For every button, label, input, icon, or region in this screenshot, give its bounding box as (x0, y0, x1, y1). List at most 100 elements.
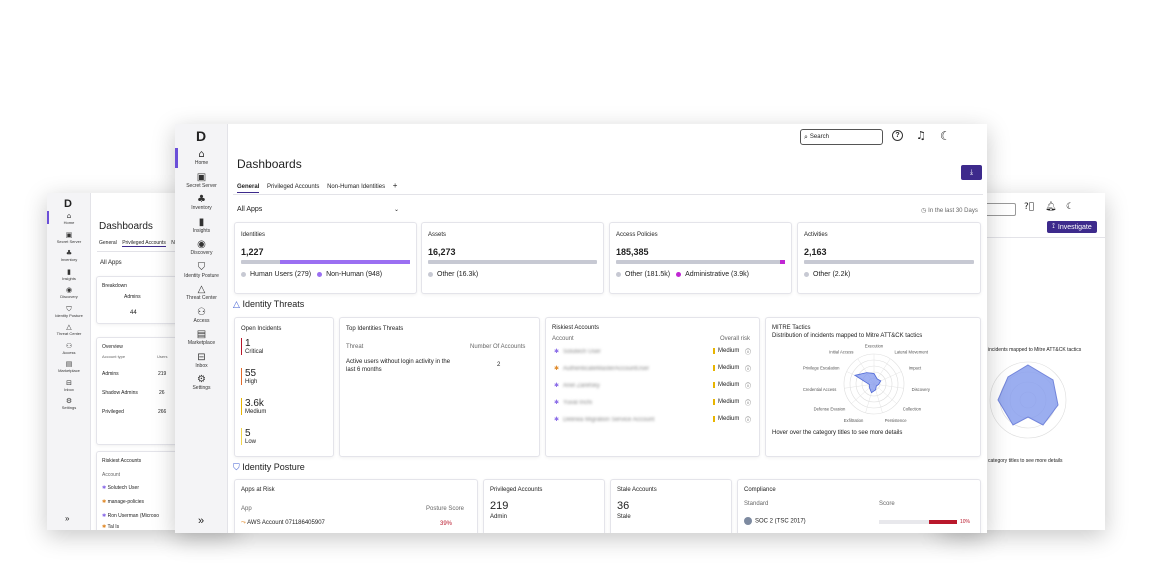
back-riskiest-row[interactable]: ✱ Ron Userman (Microso (102, 513, 159, 519)
legend-dot (676, 271, 682, 277)
nav-item-access[interactable]: ⚇ Access (175, 306, 228, 324)
radar-axis-label[interactable]: Initial Access (829, 350, 853, 355)
legend-label: Other (181.5k) (625, 271, 671, 278)
info-icon[interactable]: ⓘ (745, 364, 751, 373)
help-icon[interactable]: ?⃝ (1024, 202, 1034, 212)
stat-card[interactable]: Access Policies 185,385 Other (181.5k) Admi… (609, 222, 792, 294)
nav-item-inbox[interactable]: ⊟ Inbox (47, 379, 91, 392)
riskiest-name: Ariel Zarefsky (563, 383, 600, 389)
radar-axis-label[interactable]: Credential Access (803, 387, 837, 392)
nav-item-access[interactable]: ⚇ Access (47, 342, 91, 355)
radar-axis-label[interactable]: Collection (903, 406, 922, 411)
back-tab-general[interactable]: General (99, 240, 117, 246)
stat-card[interactable]: Activities 2,163 Other (2.2k) (797, 222, 981, 294)
compliance-row[interactable]: SOC 2 (TSC 2017) (744, 517, 806, 525)
radar-axis-label[interactable]: Exfiltration (844, 418, 864, 422)
nav-item-inventory[interactable]: ♣ Inventory (175, 195, 228, 212)
back-riskiest-row[interactable]: ✱ Solutech User (102, 485, 139, 491)
search-input[interactable]: ⌕ Search (800, 129, 883, 145)
risk-level: Medium (713, 365, 739, 371)
incident-high[interactable]: 55 High (241, 368, 257, 385)
back-riskiest-row[interactable]: ✱ manage-policies (102, 499, 144, 505)
download-button[interactable]: ⤓ (961, 165, 982, 180)
open-incidents-title: Open Incidents (241, 326, 282, 332)
nav-item-threat-center[interactable]: △ Threat Center (175, 285, 228, 302)
nav-label: Marketplace (58, 368, 80, 373)
tabs-divider (233, 194, 983, 195)
back-breakdown-title: Breakdown (102, 283, 128, 289)
bell-icon[interactable]: 🔔︎ (1045, 202, 1056, 212)
riskiest-row[interactable]: ✱ Delinea Migration Service Account (554, 416, 654, 423)
stat-card[interactable]: Assets 16,273 Other (16.3k) (421, 222, 604, 294)
main-collapse-button[interactable]: » (198, 515, 204, 527)
main-window: D ⌂ Home ▣ Secret Server ♣ Inventory ▮ Insights… (175, 124, 987, 533)
app-row[interactable]: ⤳ AWS Account 071186405907 (241, 520, 325, 527)
moon-icon[interactable]: ☾ (1066, 202, 1074, 212)
legend-label: Other (16.3k) (437, 271, 479, 278)
radar-axis-label[interactable]: Lateral Movement (895, 350, 929, 355)
tab-privileged-accounts[interactable]: Privileged Accounts (267, 184, 319, 190)
timeframe-selector[interactable]: ◷ In the last 30 Days (921, 207, 978, 214)
radar-axis-label[interactable]: Execution (865, 344, 884, 349)
info-icon[interactable]: ⓘ (745, 415, 751, 424)
incident-critical[interactable]: 1 Critical (241, 338, 263, 355)
info-icon[interactable]: ⓘ (745, 347, 751, 356)
bell-icon[interactable]: ♫ (916, 129, 926, 142)
gear-icon: ⚙ (65, 397, 73, 405)
nav-item-home[interactable]: ⌂ Home (47, 213, 91, 226)
back-tab-privileged[interactable]: Privileged Accounts (122, 240, 166, 247)
riskiest-row[interactable]: ✱ Ariel Zarefsky (554, 382, 600, 389)
nav-item-threat-center[interactable]: △ Threat Center (47, 324, 91, 337)
radar-axis-label[interactable]: Defense Evasion (814, 406, 846, 411)
radar-axis-label[interactable]: Privilege Escalation (803, 366, 840, 371)
compliance-score-fill (928, 520, 957, 524)
back-filter[interactable]: All Apps (100, 260, 122, 266)
stat-bar-segment (779, 260, 785, 264)
riskiest-row[interactable]: ✱ AuthenticateMasterAccountUser (554, 365, 649, 372)
nav-item-insights[interactable]: ▮ Insights (175, 217, 228, 234)
nav-item-settings[interactable]: ⚙ Settings (175, 375, 228, 392)
mitre-title: MITRE Tactics (772, 325, 811, 331)
nav-label: Marketplace (187, 340, 216, 346)
user-key-icon: ✱ (554, 383, 560, 389)
incident-medium[interactable]: 3.6k Medium (241, 398, 266, 415)
nav-item-marketplace[interactable]: ▤ Marketplace (47, 361, 91, 374)
nav-item-secret-server[interactable]: ▣ Secret Server (175, 172, 228, 189)
radar-axis-label[interactable]: Persistence (885, 418, 908, 422)
nav-item-settings[interactable]: ⚙ Settings (47, 397, 91, 411)
tab-non-human-identities[interactable]: Non-Human Identities (327, 184, 385, 190)
nav-item-discovery[interactable]: ◉ Discovery (47, 287, 91, 300)
nav-label: Insights (192, 227, 211, 234)
stat-distribution-bar (804, 260, 974, 264)
info-icon[interactable]: ⓘ (745, 398, 751, 407)
back-collapse-button[interactable]: » (65, 514, 69, 523)
nav-item-home[interactable]: ⌂ Home (175, 150, 228, 167)
privileged-label: Admin (490, 514, 508, 520)
info-icon[interactable]: ⓘ (745, 381, 751, 390)
access-icon: ⚇ (197, 306, 206, 318)
nav-item-secret-server[interactable]: ▣ Secret Server (47, 231, 91, 244)
add-tab-button[interactable]: + (393, 181, 398, 190)
tab-general[interactable]: General (237, 184, 260, 193)
nav-item-identity-posture[interactable]: ⛉ Identity Posture (175, 262, 228, 279)
top-threat-row[interactable]: Active users without login activity in t… (346, 358, 461, 374)
moon-icon[interactable]: ☾ (940, 129, 951, 143)
nav-item-inbox[interactable]: ⊟ Inbox (175, 352, 228, 369)
incident-low[interactable]: 5 Low (241, 428, 256, 445)
back-riskiest-row[interactable]: ✱ Tal Is (102, 524, 119, 530)
investigate-button[interactable]: ⟟ Investigate (1047, 221, 1097, 233)
nav-item-discovery[interactable]: ◉ Discovery (175, 240, 228, 257)
riskiest-row[interactable]: ✱ Solutech User (554, 348, 601, 355)
stat-card[interactable]: Identities 1,227 Human Users (279) Non-Huma… (234, 222, 417, 294)
help-icon[interactable]: ? (892, 130, 903, 141)
riskiest-row[interactable]: ✱ Yuval Inchi (554, 399, 592, 406)
radar-axis-label[interactable]: Impact (909, 366, 922, 371)
apps-filter-dropdown[interactable]: All Apps ⌄ (237, 206, 399, 213)
nav-item-marketplace[interactable]: ▤ Marketplace (175, 330, 228, 347)
stat-value: 2,163 (804, 247, 827, 257)
back-riskiest-name: manage-policies (107, 499, 145, 505)
radar-axis-label[interactable]: Discovery (912, 387, 931, 392)
nav-item-identity-posture[interactable]: ⛉ Identity Posture (47, 305, 91, 318)
nav-item-inventory[interactable]: ♣ Inventory (47, 250, 91, 263)
nav-item-insights[interactable]: ▮ Insights (47, 268, 91, 281)
